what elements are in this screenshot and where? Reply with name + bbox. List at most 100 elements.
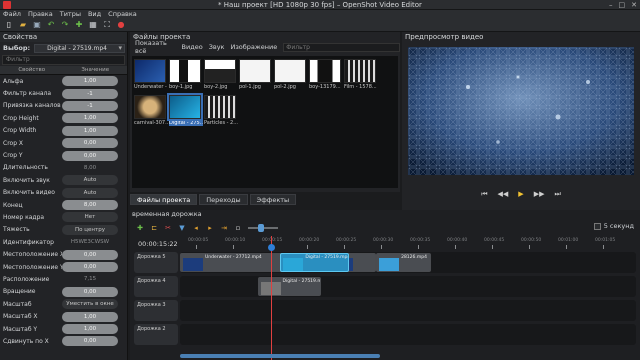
track-header[interactable]: Дорожка 5 xyxy=(134,252,178,273)
previous-marker-icon[interactable]: ◂ xyxy=(192,224,200,232)
property-row[interactable]: Привязка каналов -1 xyxy=(0,100,127,112)
playhead[interactable] xyxy=(268,236,275,360)
column-value[interactable]: Значение xyxy=(64,66,128,74)
property-row[interactable]: Местоположение Y 0,00 xyxy=(0,261,127,273)
track-lane[interactable]: Digital - 27519.mp4 xyxy=(180,276,636,297)
property-row[interactable]: Масштаб Уместить в окне xyxy=(0,298,127,310)
add-track-icon[interactable]: ✚ xyxy=(136,224,144,232)
property-value[interactable]: -1 xyxy=(62,88,118,99)
file-item[interactable]: pol-2.jpg xyxy=(274,59,306,93)
play-icon[interactable]: ▶ xyxy=(518,190,523,199)
property-row[interactable]: Масштаб Y 1,00 xyxy=(0,323,127,335)
track-header[interactable]: Дорожка 3 xyxy=(134,300,178,321)
property-value[interactable]: Нет xyxy=(62,212,118,223)
property-value[interactable]: 0,00 xyxy=(62,138,118,149)
timeline-clip[interactable]: Digital - 27519.mp4 xyxy=(257,277,322,296)
filter-video[interactable]: Видео xyxy=(182,43,203,51)
fullscreen-icon[interactable]: ⛶ xyxy=(102,20,112,30)
files-filter-input[interactable]: Фильтр xyxy=(283,42,400,52)
file-item[interactable]: boy-2.jpg xyxy=(204,59,236,93)
undo-icon[interactable]: ↶ xyxy=(46,20,56,30)
property-value[interactable]: 7,15 xyxy=(62,274,118,284)
minimize-icon[interactable]: – xyxy=(609,1,613,9)
menu-view[interactable]: Вид xyxy=(88,10,101,19)
property-row[interactable]: Сдвинуть по X 0,00 xyxy=(0,335,127,347)
file-item[interactable]: Film - 1578... xyxy=(344,59,377,93)
selection-dropdown[interactable]: Digital - 27519.mp4 xyxy=(34,43,125,53)
property-value[interactable]: 1,00 xyxy=(62,113,118,124)
track-header[interactable]: Дорожка 4 xyxy=(134,276,178,297)
file-item[interactable]: carnival-307... xyxy=(134,95,168,129)
playhead-handle[interactable] xyxy=(268,244,275,251)
property-value[interactable]: 8,00 xyxy=(62,163,118,173)
property-value[interactable]: H5WE3CWSW xyxy=(62,237,118,247)
save-project-icon[interactable]: ▣ xyxy=(32,20,42,30)
property-value[interactable]: Auto xyxy=(62,175,118,186)
property-value[interactable]: 1,00 xyxy=(62,76,118,87)
properties-filter-input[interactable]: Фильтр xyxy=(2,55,125,65)
property-row[interactable]: Номер кадра Нет xyxy=(0,211,127,223)
menu-help[interactable]: Справка xyxy=(108,10,137,19)
property-row[interactable]: Включить звук Auto xyxy=(0,174,127,186)
property-row[interactable]: Crop Height 1,00 xyxy=(0,112,127,124)
property-row[interactable]: Фильтр канала -1 xyxy=(0,87,127,99)
seconds-checkbox[interactable] xyxy=(593,222,601,230)
tab-effects[interactable]: Эффекты xyxy=(249,194,297,205)
track-lane[interactable] xyxy=(180,324,636,345)
property-value[interactable]: 8,00 xyxy=(62,200,118,211)
tab-transitions[interactable]: Переходы xyxy=(199,194,248,205)
rewind-icon[interactable]: ◀◀ xyxy=(498,190,509,199)
menu-file[interactable]: Файл xyxy=(3,10,21,19)
menu-titles[interactable]: Титры xyxy=(60,10,81,19)
center-playhead-icon[interactable]: ⇥ xyxy=(220,224,228,232)
property-value[interactable]: 1,00 xyxy=(62,125,118,136)
new-project-icon[interactable]: ▯ xyxy=(4,20,14,30)
zoom-out-icon[interactable]: ▫ xyxy=(234,224,242,232)
timeline-ruler[interactable]: 00:00:05 00:00:10 00:00:15 00:00:20 00:00:25… xyxy=(180,235,636,251)
file-item[interactable]: Particles - 2... xyxy=(204,95,238,129)
close-icon[interactable]: ✕ xyxy=(631,1,637,9)
maximize-icon[interactable]: □ xyxy=(619,1,626,9)
razor-icon[interactable]: ✂ xyxy=(164,224,172,232)
property-row[interactable]: Длительность 8,00 xyxy=(0,162,127,174)
property-row[interactable]: Идентификатор H5WE3CWSW xyxy=(0,236,127,248)
property-row[interactable]: Тяжесть По центру xyxy=(0,224,127,236)
property-value[interactable]: По центру xyxy=(62,224,118,235)
property-row[interactable]: Crop X 0,00 xyxy=(0,137,127,149)
property-row[interactable]: Включить видео Auto xyxy=(0,187,127,199)
property-value[interactable]: 0,00 xyxy=(62,262,118,273)
property-value[interactable]: 0,00 xyxy=(62,286,118,297)
profile-icon[interactable]: ▦ xyxy=(88,20,98,30)
property-row[interactable]: Альфа 1,00 xyxy=(0,75,127,87)
filter-image[interactable]: Изображение xyxy=(230,43,277,51)
redo-icon[interactable]: ↷ xyxy=(60,20,70,30)
file-item[interactable]: Underwater - ... xyxy=(134,59,168,93)
import-files-icon[interactable]: ✚ xyxy=(74,20,84,30)
file-item[interactable]: boy-1.jpg xyxy=(169,59,201,93)
column-property[interactable]: Свойство xyxy=(0,66,64,74)
timeline-clip[interactable]: Digital - 27519.mp4 xyxy=(280,253,349,272)
open-project-icon[interactable]: ▰ xyxy=(18,20,28,30)
property-row[interactable]: Вращение 0,00 xyxy=(0,286,127,298)
add-marker-icon[interactable]: ▼ xyxy=(178,224,186,232)
tab-project-files[interactable]: Файлы проекта xyxy=(130,194,198,205)
property-row[interactable]: Crop Y 0,00 xyxy=(0,149,127,161)
property-row[interactable]: Конец 8,00 xyxy=(0,199,127,211)
next-marker-icon[interactable]: ▸ xyxy=(206,224,214,232)
export-video-icon[interactable]: ● xyxy=(116,20,126,30)
timeline-scrollbar[interactable] xyxy=(180,354,380,358)
property-value[interactable]: 0,00 xyxy=(62,150,118,161)
zoom-slider-handle[interactable] xyxy=(258,223,264,232)
jump-end-icon[interactable]: ⏭ xyxy=(554,190,560,199)
track-header[interactable]: Дорожка 2 xyxy=(134,324,178,345)
property-value[interactable]: Уместить в окне xyxy=(62,299,118,310)
snapping-icon[interactable]: ⊏ xyxy=(150,224,158,232)
property-value[interactable]: 1,00 xyxy=(62,324,118,334)
track-lane[interactable]: Underwater - 27712.mp4 Digital - 27519.mp… xyxy=(180,252,636,273)
file-item[interactable]: Digital - 275... xyxy=(167,93,203,129)
property-row[interactable]: Расположение 7,15 xyxy=(0,273,127,285)
property-row[interactable]: Местоположение X 0,00 xyxy=(0,248,127,260)
property-value[interactable]: 0,00 xyxy=(62,249,118,260)
jump-start-icon[interactable]: ⏮ xyxy=(481,190,487,199)
property-value[interactable]: Auto xyxy=(62,187,118,198)
